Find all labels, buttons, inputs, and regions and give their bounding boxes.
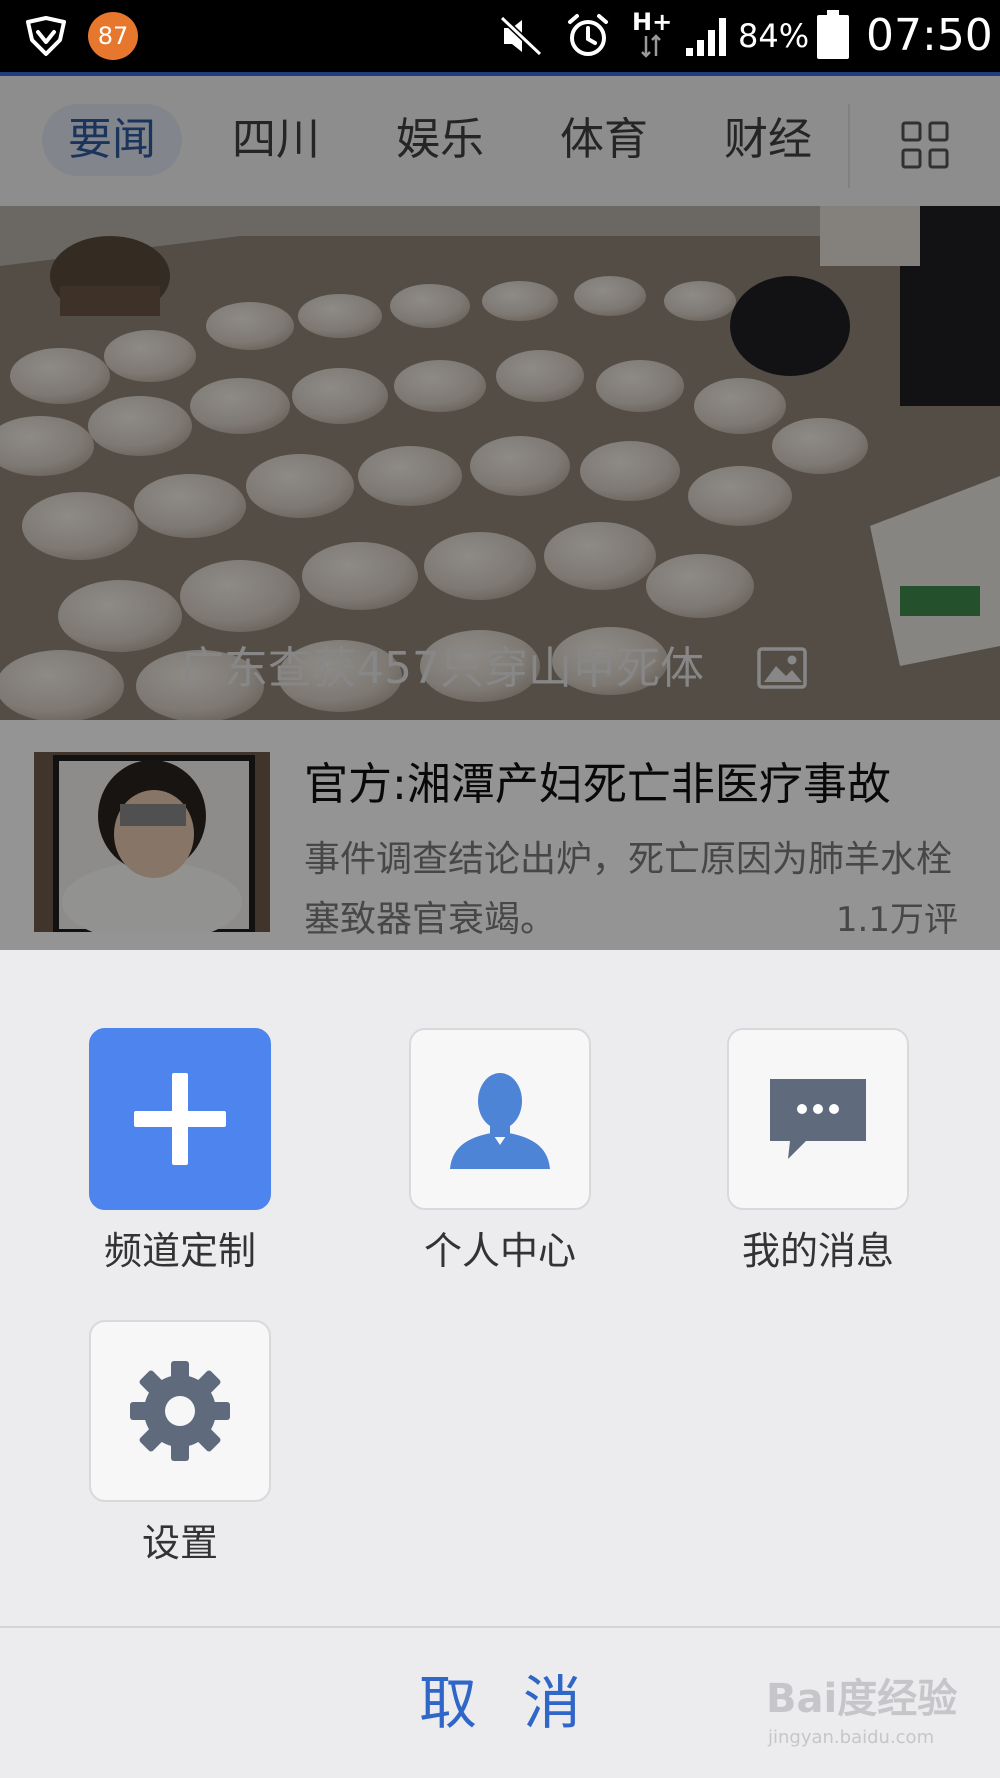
my-messages-tile[interactable]	[727, 1028, 909, 1210]
battery-percent: 84%	[738, 17, 810, 55]
personal-center-label: 个人中心	[423, 1229, 576, 1273]
user-icon	[450, 1073, 550, 1169]
my-messages-label: 我的消息	[741, 1229, 894, 1273]
shield-icon	[26, 16, 66, 56]
clock: 07:50	[866, 10, 993, 61]
gear-icon	[130, 1361, 230, 1461]
plus-icon	[134, 1073, 226, 1165]
my-messages-button[interactable]: 我的消息	[718, 1028, 918, 1278]
dim-overlay[interactable]	[0, 76, 1000, 950]
network-hplus-icon: H+	[632, 8, 672, 58]
channel-customize-button[interactable]: 频道定制	[80, 1028, 280, 1278]
status-bar: 87 H+ 84% 07:50	[0, 0, 1000, 76]
alarm-icon	[568, 14, 608, 56]
personal-center-button[interactable]: 个人中心	[400, 1028, 600, 1278]
svg-text:H+: H+	[632, 8, 672, 36]
settings-label: 设置	[141, 1521, 218, 1565]
watermark-logo: Bai度经验	[766, 1676, 958, 1722]
message-icon	[770, 1079, 866, 1159]
channel-customize-label: 频道定制	[103, 1229, 256, 1273]
signal-icon	[686, 18, 726, 56]
channel-customize-tile[interactable]	[89, 1028, 271, 1210]
watermark-url: jingyan.baidu.com	[768, 1727, 935, 1748]
settings-button[interactable]: 设置	[80, 1320, 280, 1570]
personal-center-tile[interactable]	[409, 1028, 591, 1210]
battery-icon	[817, 10, 849, 59]
notification-badge: 87	[88, 12, 138, 60]
mute-icon	[499, 15, 543, 57]
settings-tile[interactable]	[89, 1320, 271, 1502]
action-sheet: 频道定制 个人中心 我的消息 设置 取消	[0, 950, 1000, 1778]
baidu-jingyan-watermark: Bai度经验 jingyan.baidu.com	[766, 1672, 966, 1762]
